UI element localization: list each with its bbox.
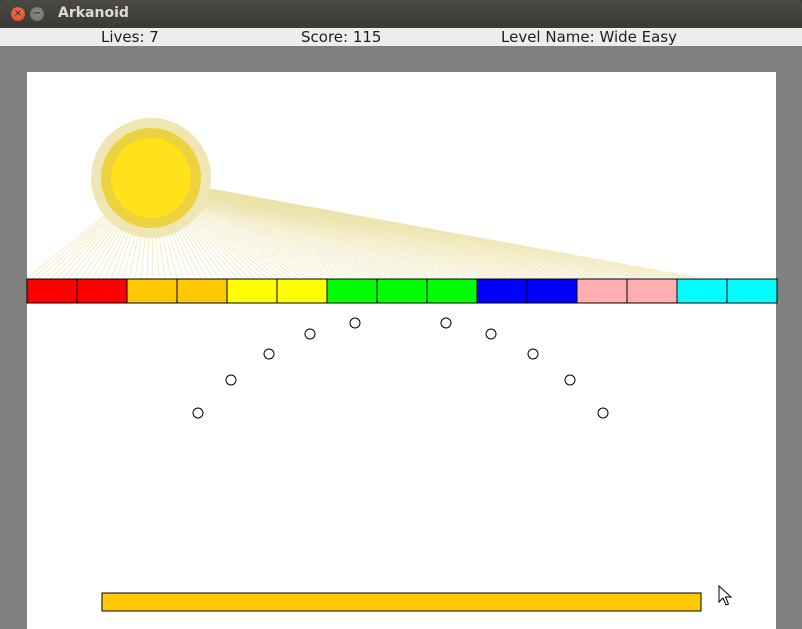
ball <box>263 348 275 360</box>
ball <box>564 374 576 386</box>
block-row <box>26 278 778 304</box>
window-title: Arkanoid <box>58 5 129 21</box>
status-bar: Lives: 7 Score: 115 Level Name: Wide Eas… <box>0 28 802 47</box>
block <box>26 278 78 304</box>
block <box>76 278 128 304</box>
block <box>376 278 428 304</box>
block <box>426 278 478 304</box>
ball <box>485 328 497 340</box>
block <box>526 278 578 304</box>
ball <box>349 317 361 329</box>
close-icon: × <box>13 8 23 19</box>
block <box>676 278 728 304</box>
ball <box>597 407 609 419</box>
game-scene <box>26 72 778 629</box>
block <box>576 278 628 304</box>
close-button[interactable]: × <box>11 7 25 21</box>
block <box>476 278 528 304</box>
level-name-indicator: Level Name: Wide Easy <box>501 28 677 46</box>
minimize-button[interactable]: − <box>30 7 44 21</box>
ball <box>192 407 204 419</box>
score-indicator: Score: 115 <box>301 28 382 46</box>
paddle <box>101 592 702 612</box>
block <box>176 278 228 304</box>
block <box>126 278 178 304</box>
lives-indicator: Lives: 7 <box>101 28 159 46</box>
block <box>726 278 778 304</box>
block <box>226 278 278 304</box>
block <box>276 278 328 304</box>
ball <box>304 328 316 340</box>
sun-core <box>111 138 191 218</box>
block <box>326 278 378 304</box>
minimize-icon: − <box>32 8 42 19</box>
block <box>626 278 678 304</box>
ball <box>527 348 539 360</box>
ball <box>225 374 237 386</box>
game-canvas[interactable] <box>0 46 802 629</box>
ball <box>440 317 452 329</box>
title-bar: × − Arkanoid <box>0 0 802 28</box>
